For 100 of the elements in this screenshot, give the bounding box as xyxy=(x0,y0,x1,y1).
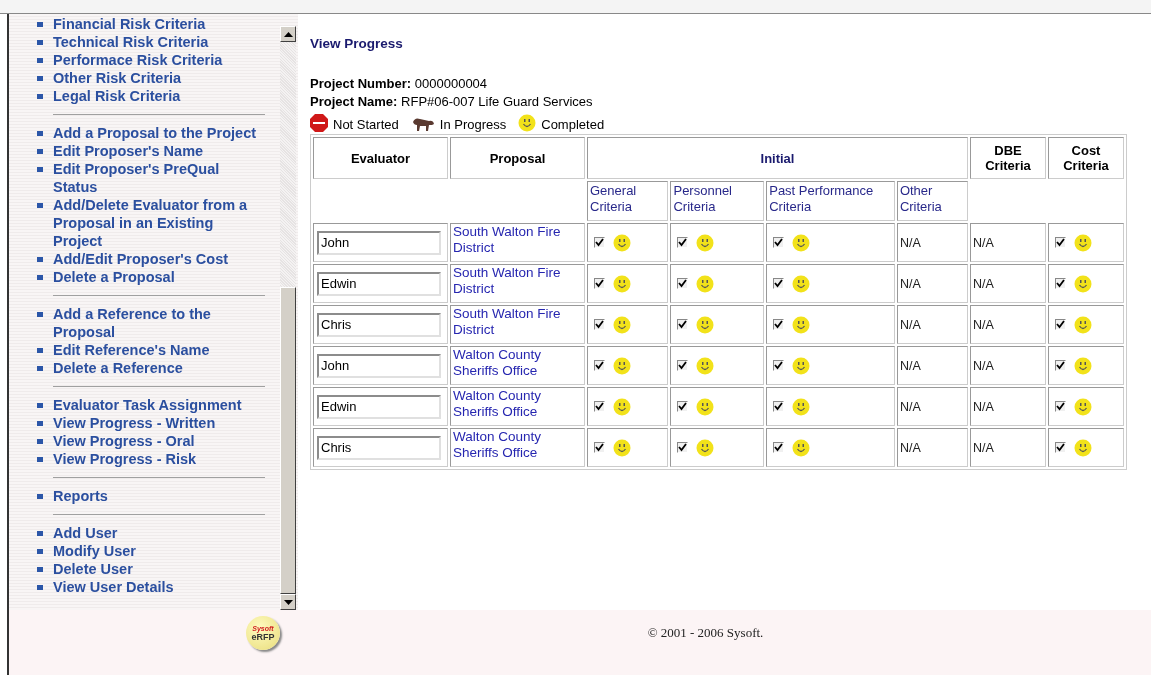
bullet-icon xyxy=(37,585,43,590)
checkbox[interactable] xyxy=(594,319,605,330)
sidebar-link[interactable]: Add/Delete Evaluator from a Proposal in an Existing Project xyxy=(53,196,265,250)
checkbox[interactable] xyxy=(773,319,785,330)
cell-text: N/A xyxy=(973,235,994,250)
sidebar-link[interactable]: View User Details xyxy=(53,578,265,596)
sidebar-link[interactable]: Add a Reference to the Proposal xyxy=(53,305,265,341)
bullet-icon xyxy=(37,76,43,81)
bullet-icon xyxy=(37,567,43,572)
proposal-link[interactable]: Walton County Sheriffs Office xyxy=(450,346,585,385)
smiley-icon xyxy=(1074,397,1092,416)
sidebar-link[interactable]: Edit Proposer's PreQual Status xyxy=(53,160,265,196)
smiley-icon xyxy=(613,397,631,416)
smiley-icon xyxy=(696,274,715,293)
smiley-icon xyxy=(696,397,715,416)
column-header: Evaluator xyxy=(313,137,448,179)
scroll-up-button[interactable] xyxy=(280,26,296,42)
field-label: Project Name: xyxy=(310,94,398,109)
checkbox[interactable] xyxy=(1055,237,1066,248)
field-label: Project Number: xyxy=(310,76,412,91)
checkbox[interactable] xyxy=(1055,319,1066,330)
evaluator-field[interactable]: Edwin xyxy=(317,271,441,296)
sidebar-link[interactable]: View Progress - Risk xyxy=(53,450,265,468)
scroll-thumb[interactable] xyxy=(280,287,296,594)
sidebar-link[interactable]: Delete a Reference xyxy=(53,359,265,377)
smiley-icon xyxy=(792,315,811,334)
cell-text: N/A xyxy=(899,440,921,455)
sidebar-link[interactable]: Other Risk Criteria xyxy=(53,69,265,87)
subcolumn-header: Other Criteria xyxy=(896,181,968,221)
checkbox[interactable] xyxy=(677,319,689,330)
sidebar-link[interactable]: View Progress - Written xyxy=(53,414,265,432)
checkbox[interactable] xyxy=(594,278,605,289)
column-header: DBE Criteria xyxy=(970,137,1046,179)
smiley-icon xyxy=(1074,315,1092,334)
checkbox[interactable] xyxy=(677,442,689,453)
sidebar-link[interactable]: Add User xyxy=(53,524,265,542)
checkbox[interactable] xyxy=(594,442,605,453)
bullet-icon xyxy=(37,94,43,99)
smiley-icon xyxy=(792,438,811,457)
checkbox[interactable] xyxy=(1055,442,1066,453)
smiley-icon xyxy=(613,233,631,252)
checkbox[interactable] xyxy=(1055,278,1066,289)
checkbox[interactable] xyxy=(594,360,605,371)
copyright-text: © 2001 - 2006 Sysoft. xyxy=(646,624,765,642)
subcolumn-header: Past Performance Criteria xyxy=(766,181,895,221)
checkbox[interactable] xyxy=(677,401,689,412)
sidebar-link[interactable]: Edit Proposer's Name xyxy=(53,142,265,160)
sidebar-link[interactable]: Delete User xyxy=(53,560,265,578)
scroll-down-button[interactable] xyxy=(280,594,296,610)
cell-text: N/A xyxy=(973,440,994,455)
smiley-icon xyxy=(792,274,811,293)
checkbox[interactable] xyxy=(677,278,689,289)
stop-sign-icon xyxy=(310,114,328,132)
sidebar-link[interactable]: Delete a Proposal xyxy=(53,268,265,286)
checkbox[interactable] xyxy=(773,278,785,289)
cell-text: N/A xyxy=(899,235,921,250)
checkbox[interactable] xyxy=(1055,360,1066,371)
proposal-link[interactable]: Walton County Sheriffs Office xyxy=(450,387,585,426)
checkbox[interactable] xyxy=(773,442,785,453)
bullet-icon xyxy=(37,457,43,462)
sidebar-link[interactable]: Add a Proposal to the Project xyxy=(53,124,265,142)
sidebar-link[interactable]: Evaluator Task Assignment xyxy=(53,396,265,414)
bullet-icon xyxy=(37,403,43,408)
evaluator-field[interactable]: Edwin xyxy=(317,394,441,419)
proposal-link[interactable]: South Walton Fire District xyxy=(450,305,585,344)
sidebar-link[interactable]: Technical Risk Criteria xyxy=(53,33,265,51)
evaluator-field[interactable]: John xyxy=(317,230,441,255)
checkbox[interactable] xyxy=(677,237,689,248)
checkbox[interactable] xyxy=(773,360,785,371)
proposal-link[interactable]: Walton County Sheriffs Office xyxy=(450,428,585,467)
logo-text: eRFP xyxy=(251,633,275,642)
sidebar-link[interactable]: Modify User xyxy=(53,542,265,560)
checkbox[interactable] xyxy=(594,237,605,248)
legend-label: In Progress xyxy=(439,118,507,132)
sidebar-link[interactable]: Performace Risk Criteria xyxy=(53,51,265,69)
cell-text: N/A xyxy=(973,276,994,291)
sidebar-link[interactable]: Financial Risk Criteria xyxy=(53,15,265,33)
proposal-link[interactable]: South Walton Fire District xyxy=(450,264,585,303)
cell-text: N/A xyxy=(899,399,921,414)
column-header: Initial xyxy=(587,137,968,179)
bullet-icon xyxy=(37,439,43,444)
evaluator-field[interactable]: John xyxy=(317,353,441,378)
sidebar-link[interactable]: Legal Risk Criteria xyxy=(53,87,265,105)
checkbox[interactable] xyxy=(594,401,605,412)
sidebar-link[interactable]: Reports xyxy=(53,487,265,505)
checkbox[interactable] xyxy=(677,360,689,371)
smiley-icon xyxy=(1074,438,1092,457)
checkbox[interactable] xyxy=(773,401,785,412)
evaluator-field[interactable]: Chris xyxy=(317,312,441,337)
evaluator-field[interactable]: Chris xyxy=(317,435,441,460)
smiley-icon xyxy=(613,438,631,457)
cell-text: N/A xyxy=(973,317,994,332)
checkbox[interactable] xyxy=(773,237,785,248)
checkbox[interactable] xyxy=(1055,401,1066,412)
proposal-link[interactable]: South Walton Fire District xyxy=(450,223,585,262)
smiley-icon xyxy=(613,274,631,293)
smiley-icon xyxy=(1074,274,1092,293)
sidebar-link[interactable]: Add/Edit Proposer's Cost xyxy=(53,250,265,268)
sidebar-link[interactable]: Edit Reference's Name xyxy=(53,341,265,359)
sidebar-link[interactable]: View Progress - Oral xyxy=(53,432,265,450)
